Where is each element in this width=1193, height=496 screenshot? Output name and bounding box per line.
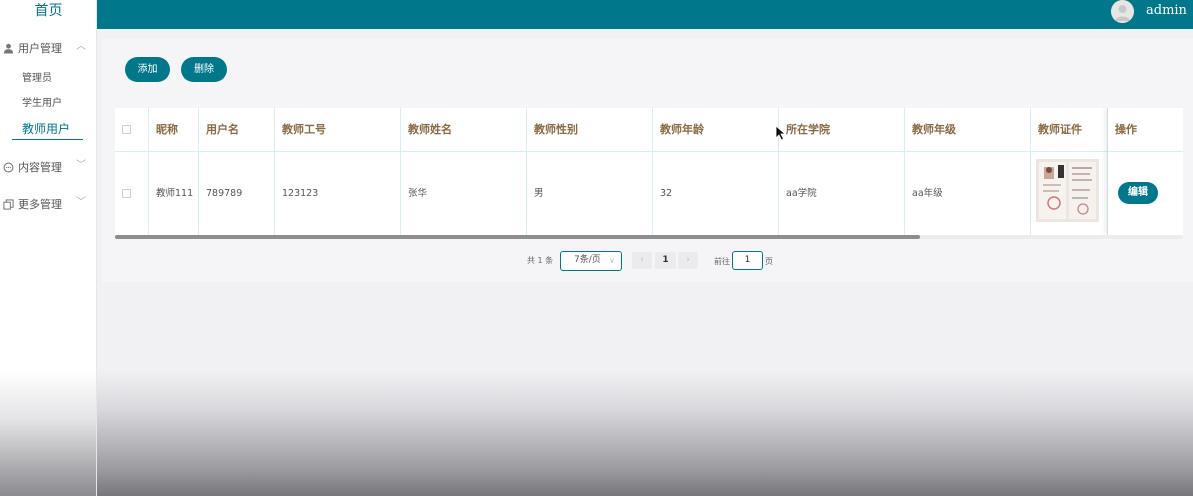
certificate-image [1036,159,1099,222]
table-cell: aa学院 [779,152,905,235]
menu-group-user-management[interactable]: 用户管理 ︿ [0,40,97,62]
user-icon [3,43,14,54]
column-header[interactable]: 教师性别 [527,108,653,152]
select-all-checkbox[interactable] [122,125,131,134]
page-size-value: 7条/页 [574,255,601,265]
table-cell: 32 [653,152,779,235]
table-cell: 789789 [199,152,275,235]
chat-icon [3,162,14,173]
certificate-thumbnail[interactable] [1036,159,1099,222]
prev-page-button[interactable]: ‹ [632,252,652,269]
menu-group-label: 用户管理 [18,42,62,55]
menu-group-label: 内容管理 [18,161,62,174]
menu-group-content-management[interactable]: 内容管理 ﹀ [0,159,97,181]
add-button[interactable]: 添加 [125,57,170,82]
avatar-icon [1111,0,1134,23]
user-name[interactable]: admin [1146,3,1187,18]
chevron-down-icon: ﹀ [76,160,86,171]
page-number-current[interactable]: 1 [655,252,676,269]
column-header[interactable]: 操作 [1108,108,1183,152]
page-suffix: 页 [765,257,773,266]
table-cell: 男 [527,152,653,235]
avatar[interactable] [1111,0,1134,23]
horizontal-scrollbar[interactable] [115,235,920,239]
table-cell: aa年级 [905,152,1031,235]
pagination-total: 共 1 条 [527,256,554,265]
goto-page-input[interactable]: 1 [732,251,763,270]
table-cell: 123123 [275,152,401,235]
sidebar-item-admin[interactable]: 管理员 [22,72,52,86]
column-header[interactable]: 教师年级 [905,108,1031,152]
table-cell: 教师111 [149,152,199,235]
row-select-cell [115,152,149,235]
operations-column: 操作 编辑 [1108,108,1183,235]
copy-icon [3,199,14,210]
page-size-select[interactable]: 7条/页 ∨ [560,251,622,271]
goto-label: 前往 [714,257,730,266]
data-table: 昵称 用户名 教师工号 教师姓名 教师性别 教师年龄 所在学院 教师年级 教师证… [115,108,1183,235]
home-link[interactable]: 首页 [0,0,97,24]
select-all-cell [115,108,149,152]
chevron-down-icon: ﹀ [76,197,86,208]
menu-group-label: 更多管理 [18,198,62,211]
edit-button[interactable]: 编辑 [1118,182,1158,204]
column-header[interactable]: 教师证件 [1031,108,1108,152]
menu-group-more-management[interactable]: 更多管理 ﹀ [0,196,97,218]
delete-button[interactable]: 删除 [181,57,227,82]
top-header: admin [97,0,1193,29]
chevron-up-icon: ︿ [76,41,86,52]
sidebar-item-students[interactable]: 学生用户 [22,97,62,111]
table-cell: 张华 [401,152,527,235]
column-header[interactable]: 教师姓名 [401,108,527,152]
column-header[interactable]: 教师工号 [275,108,401,152]
column-header[interactable]: 所在学院 [779,108,905,152]
active-indicator [12,139,83,140]
chevron-down-icon: ∨ [609,256,615,265]
next-page-button[interactable]: › [678,252,698,269]
sidebar: 首页 用户管理 ︿ 管理员 学生用户 教师用户 内容管理 ﹀ 更多管理 ﹀ [0,0,97,496]
column-header[interactable]: 用户名 [199,108,275,152]
row-checkbox[interactable] [122,189,131,198]
column-header[interactable]: 昵称 [149,108,199,152]
mouse-cursor-icon [775,125,787,141]
sidebar-item-teachers[interactable]: 教师用户 [22,122,70,136]
column-header[interactable]: 教师年龄 [653,108,779,152]
